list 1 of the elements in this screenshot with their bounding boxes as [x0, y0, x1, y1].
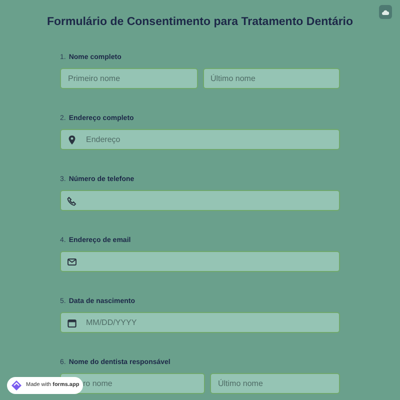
- form-title: Formulário de Consentimento para Tratamento Dentário: [46, 15, 354, 29]
